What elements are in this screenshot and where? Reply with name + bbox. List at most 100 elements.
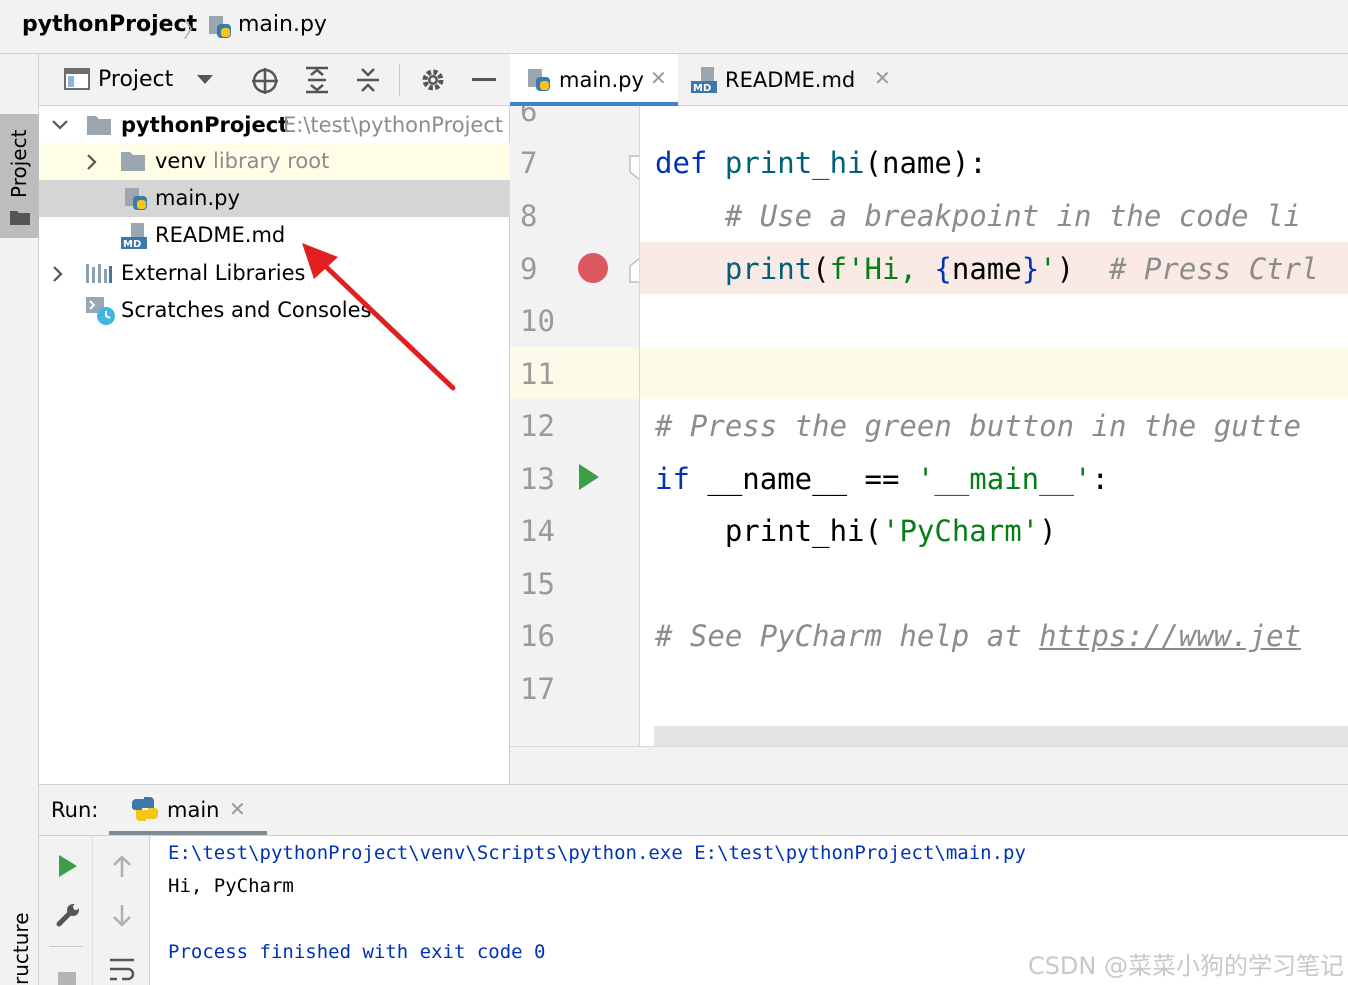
- run-tab-label: main: [167, 798, 220, 822]
- markdown-file-icon: MD: [121, 223, 147, 250]
- line-number: 14: [520, 514, 555, 548]
- tab-main-py-label: main.py: [559, 68, 644, 92]
- editor-tab-bar: main.py ✕ MD README.md ✕: [510, 54, 1348, 106]
- tree-venv-note: library root: [213, 149, 330, 173]
- project-view-title[interactable]: Project: [98, 67, 173, 92]
- breadcrumb-chevron-icon: 〉: [183, 18, 206, 43]
- line-number: 15: [520, 567, 555, 601]
- svg-text:MD: MD: [123, 239, 141, 250]
- code-comment: # Press the green button in the gutte: [655, 409, 1302, 443]
- code-line-12: # Press the green button in the gutte: [655, 409, 1301, 443]
- code-editor[interactable]: def print_hi(name): # Use a breakpoint i…: [640, 106, 1348, 746]
- code-string: '__main__': [916, 462, 1092, 496]
- editor-bottom-strip: [510, 746, 1348, 784]
- fold-marker-icon[interactable]: [628, 154, 640, 182]
- paren: (: [812, 252, 830, 286]
- watermark: CSDN @菜菜小狗的学习笔记: [1027, 952, 1344, 980]
- line-number: 16: [520, 619, 555, 653]
- dropdown-arrow-icon[interactable]: [196, 74, 214, 86]
- tab-main-py[interactable]: main.py ✕: [510, 54, 678, 106]
- folder-icon: [10, 211, 30, 225]
- line-number: 11: [520, 357, 555, 391]
- tree-label-main-py: main.py: [155, 186, 240, 210]
- markdown-file-icon: MD: [691, 67, 717, 94]
- close-icon[interactable]: ✕: [229, 797, 246, 821]
- breakpoint-icon[interactable]: [577, 252, 609, 284]
- python-file-icon: [528, 69, 550, 91]
- tab-readme-label: README.md: [725, 68, 856, 92]
- project-tree: pythonProject E:\test\pythonProject venv…: [39, 106, 510, 784]
- project-stripe-label: Project: [7, 129, 31, 198]
- editor-gutter[interactable]: 6 7 8 9 10 11 12 13 14 15 16 17: [510, 106, 640, 746]
- tree-label-external-libraries: External Libraries: [121, 261, 306, 285]
- svg-text:MD: MD: [693, 83, 711, 94]
- rerun-icon[interactable]: [58, 854, 78, 878]
- console-command-line: E:\test\pythonProject\venv\Scripts\pytho…: [168, 842, 1026, 864]
- code-comment: # Use a breakpoint in the code li: [724, 199, 1302, 233]
- fstring-variable: name: [951, 252, 1022, 286]
- code-line-7: def print_hi(name):: [655, 146, 987, 180]
- stop-icon[interactable]: [58, 972, 76, 985]
- expand-all-icon[interactable]: [304, 66, 330, 94]
- breadcrumb-project[interactable]: pythonProject: [22, 12, 197, 37]
- console-output-line: Hi, PyCharm: [168, 875, 294, 897]
- fold-end-marker-icon[interactable]: [628, 256, 640, 284]
- tab-readme[interactable]: MD README.md ✕: [680, 54, 900, 106]
- line-number: 10: [520, 304, 555, 338]
- breadcrumb-file[interactable]: main.py: [238, 12, 327, 37]
- tree-node-main-py[interactable]: main.py: [39, 180, 510, 217]
- wrench-icon[interactable]: [55, 902, 81, 928]
- code-line-9: print(f'Hi, {name}') # Press Ctrl: [655, 252, 1319, 286]
- code-link[interactable]: https://www.jet: [1039, 619, 1301, 653]
- toolbar-separator: [49, 946, 83, 947]
- builtin-print: print: [724, 252, 813, 286]
- code-comment: # See PyCharm help at: [655, 619, 1040, 653]
- soft-wrap-icon[interactable]: [108, 956, 136, 985]
- code-line-16: # See PyCharm help at https://www.jet: [655, 619, 1301, 653]
- chevron-down-icon[interactable]: [51, 118, 69, 132]
- tree-node-venv[interactable]: venv library root: [39, 143, 510, 180]
- code-call: print_hi(: [724, 514, 882, 548]
- line-number: 7: [520, 146, 538, 180]
- toolbar-separator: [399, 64, 400, 96]
- line-number: 9: [520, 252, 538, 286]
- project-tool-window-button[interactable]: Project: [0, 114, 39, 238]
- line-number: 13: [520, 462, 555, 496]
- code-line-8: # Use a breakpoint in the code li: [655, 199, 1301, 233]
- arrow-down-icon[interactable]: [111, 904, 133, 928]
- line-number: 12: [520, 409, 555, 443]
- arrow-up-icon[interactable]: [111, 854, 133, 878]
- project-view-icon: [64, 68, 90, 90]
- run-gutter-icon[interactable]: [578, 463, 600, 491]
- line-number: 6: [520, 106, 538, 128]
- annotation-arrow: [302, 243, 456, 391]
- code-expression: __name__ ==: [689, 462, 917, 496]
- tree-label-readme: README.md: [155, 223, 286, 247]
- scratches-consoles-icon: [86, 297, 115, 325]
- tree-label-venv: venv: [155, 149, 207, 173]
- collapse-all-icon[interactable]: [355, 66, 381, 94]
- folder-icon: [121, 152, 145, 171]
- tree-project-path: E:\test\pythonProject: [283, 113, 504, 137]
- code-comment: # Press Ctrl: [1109, 252, 1319, 286]
- code-line-13: if __name__ == '__main__':: [655, 462, 1109, 496]
- run-toolbar-secondary: [93, 836, 150, 985]
- chevron-right-icon[interactable]: [51, 265, 65, 283]
- horizontal-scrollbar[interactable]: [654, 726, 1348, 746]
- hide-minimize-icon[interactable]: [472, 78, 496, 82]
- close-icon[interactable]: ✕: [650, 66, 667, 90]
- function-params: (name):: [864, 146, 987, 180]
- left-tool-stripe: Project ructure: [0, 54, 39, 985]
- run-tab-main[interactable]: main ✕: [109, 785, 267, 835]
- close-icon[interactable]: ✕: [874, 66, 891, 90]
- chevron-right-icon[interactable]: [85, 153, 99, 171]
- keyword-if: if: [655, 462, 690, 496]
- gear-icon[interactable]: [420, 67, 446, 93]
- fstring-suffix: ': [1039, 252, 1057, 286]
- code-string: 'PyCharm': [881, 514, 1040, 548]
- fstring-brace: }: [1021, 252, 1040, 286]
- structure-stripe-label[interactable]: ructure: [9, 913, 33, 985]
- code-line-14: print_hi('PyCharm'): [655, 514, 1057, 548]
- tree-node-project-root[interactable]: pythonProject E:\test\pythonProject: [39, 107, 510, 144]
- locate-target-icon[interactable]: [251, 67, 279, 95]
